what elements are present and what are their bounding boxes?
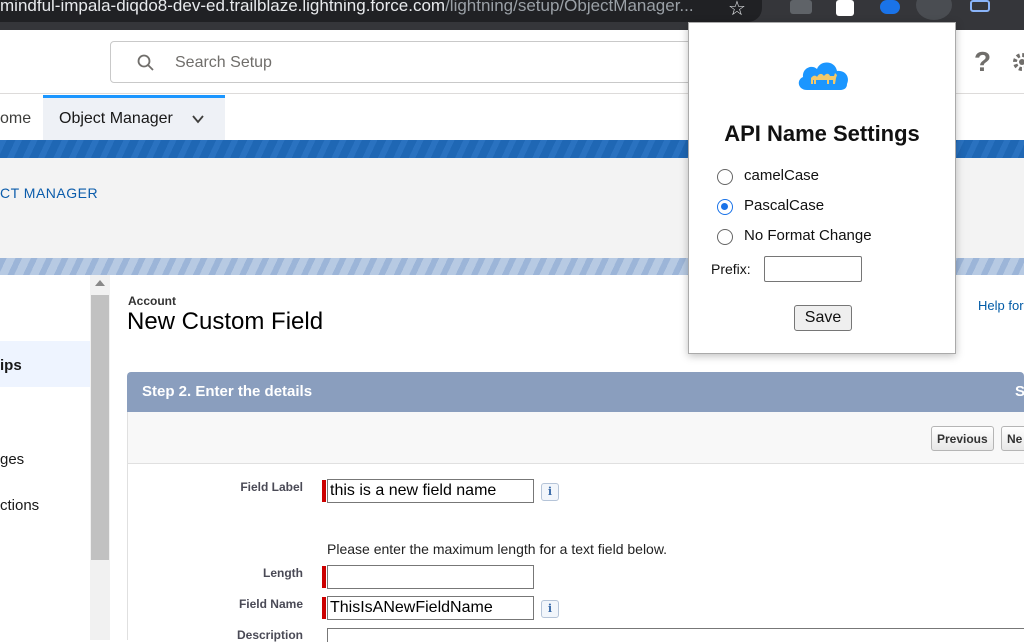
api-name-settings-popup: API Name Settings camelCase PascalCase N… xyxy=(688,22,956,354)
tab-home[interactable]: ome xyxy=(0,110,31,128)
extension-api-name-icon[interactable] xyxy=(916,0,952,20)
popup-title: API Name Settings xyxy=(724,121,920,146)
previous-button[interactable]: Previous xyxy=(931,426,994,451)
cloud-camel-logo-icon xyxy=(798,62,848,90)
required-marker xyxy=(322,480,326,502)
length-input[interactable] xyxy=(327,565,534,589)
address-bar[interactable]: mindful-impala-diqdo8-dev-ed.trailblaze.… xyxy=(0,0,762,22)
page-title: New Custom Field xyxy=(127,308,324,335)
url-path: /lightning/setup/ObjectManager... xyxy=(445,0,694,15)
tab-object-manager[interactable]: Object Manager xyxy=(43,95,225,140)
field-name-label: Field Name xyxy=(238,597,303,611)
step-header: Step 2. Enter the details S xyxy=(127,372,1024,412)
step-indicator: S xyxy=(1015,383,1024,400)
tab-object-manager-label: Object Manager xyxy=(59,110,173,127)
prefix-label: Prefix: xyxy=(711,261,751,277)
sidebar-item-actions[interactable]: ctions xyxy=(0,497,39,514)
help-link[interactable]: Help for xyxy=(978,298,1024,313)
required-marker xyxy=(322,566,326,588)
required-marker xyxy=(322,597,326,619)
scrollbar-thumb[interactable] xyxy=(91,295,109,560)
radio-camelcase[interactable] xyxy=(717,169,733,185)
prefix-input[interactable] xyxy=(764,256,862,282)
extensions-puzzle-icon[interactable] xyxy=(970,0,990,12)
option-label: PascalCase xyxy=(744,197,825,214)
help-icon[interactable]: ? xyxy=(974,46,991,78)
option-label: camelCase xyxy=(744,167,820,184)
bookmark-star-icon[interactable]: ☆ xyxy=(728,0,746,21)
sidebar-scrollbar[interactable] xyxy=(90,275,110,640)
search-box[interactable] xyxy=(110,41,710,83)
step-title: Step 2. Enter the details xyxy=(142,383,313,400)
save-button[interactable]: Save xyxy=(794,305,852,331)
object-label: Account xyxy=(128,294,176,308)
extension-cloud-icon[interactable] xyxy=(880,0,900,14)
field-label-label: Field Label xyxy=(240,480,303,494)
url-host: mindful-impala-diqdo8-dev-ed.trailblaze.… xyxy=(0,0,446,15)
info-icon[interactable]: i xyxy=(541,483,559,501)
next-button[interactable]: Ne xyxy=(1001,426,1024,451)
search-icon xyxy=(137,54,154,71)
form-area: Field Label i Please enter the maximum l… xyxy=(127,464,1024,642)
radio-pascalcase[interactable] xyxy=(717,199,733,215)
extension-translate-icon[interactable] xyxy=(836,0,854,16)
chevron-down-icon[interactable] xyxy=(191,112,205,126)
length-hint: Please enter the maximum length for a te… xyxy=(327,541,668,557)
field-label-input[interactable] xyxy=(327,479,534,503)
gear-icon[interactable] xyxy=(1010,50,1024,74)
scroll-up-arrow-icon[interactable] xyxy=(95,280,105,286)
length-label: Length xyxy=(263,566,303,580)
radio-no-format-change[interactable] xyxy=(717,229,733,245)
field-name-input[interactable] xyxy=(327,596,534,620)
search-input[interactable] xyxy=(175,52,675,74)
button-row: Previous Ne xyxy=(127,412,1024,464)
option-label: No Format Change xyxy=(744,227,872,244)
sidebar-item-pages[interactable]: ges xyxy=(0,451,24,468)
breadcrumb[interactable]: CT MANAGER xyxy=(0,185,98,201)
sidebar-item-relationships[interactable]: ips xyxy=(0,341,90,387)
info-icon[interactable]: i xyxy=(541,600,559,618)
extension-mail-icon[interactable] xyxy=(790,0,812,14)
